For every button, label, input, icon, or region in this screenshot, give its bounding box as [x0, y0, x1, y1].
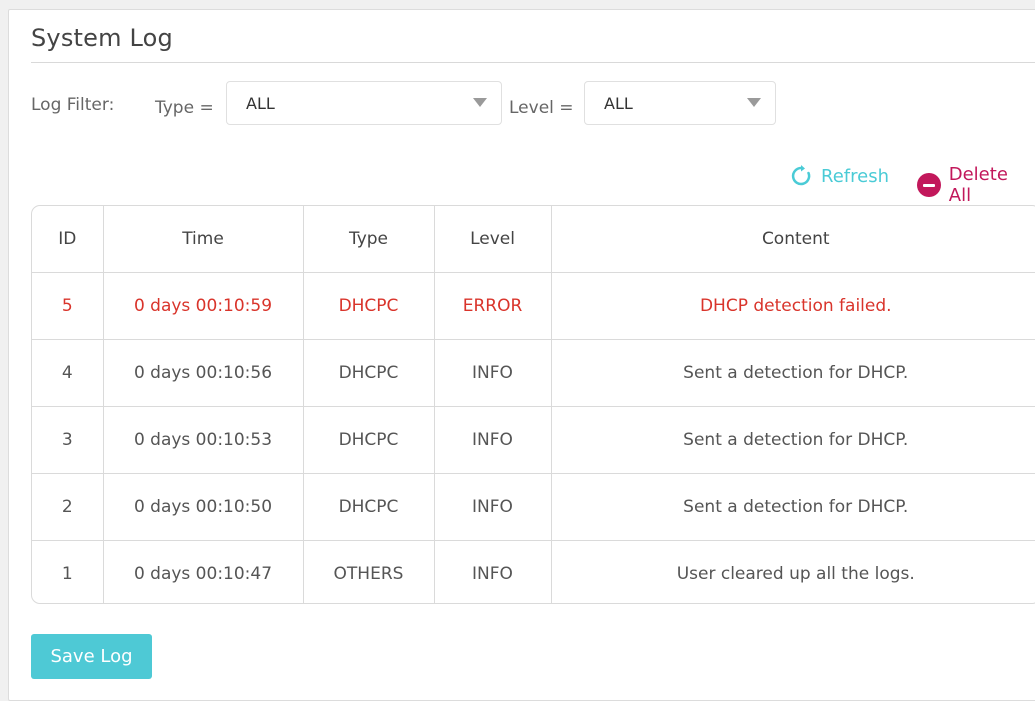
- cell-content: Sent a detection for DHCP.: [551, 339, 1035, 407]
- table-row: 1 0 days 00:10:47 OTHERS INFO User clear…: [32, 540, 1035, 603]
- cell-id: 4: [32, 339, 104, 407]
- table-row: 2 0 days 00:10:50 DHCPC INFO Sent a dete…: [32, 473, 1035, 541]
- cell-content: DHCP detection failed.: [551, 272, 1035, 340]
- column-header-id: ID: [32, 206, 104, 273]
- log-table: ID Time Type Level Content 5 0 days 00:1…: [31, 205, 1035, 604]
- type-filter-value: ALL: [246, 94, 275, 113]
- page-title: System Log: [31, 24, 173, 52]
- refresh-button[interactable]: Refresh: [789, 164, 889, 188]
- cell-id: 3: [32, 406, 104, 474]
- table-row: 3 0 days 00:10:53 DHCPC INFO Sent a dete…: [32, 406, 1035, 474]
- cell-type: DHCPC: [303, 272, 435, 340]
- cell-content: User cleared up all the logs.: [676, 564, 915, 584]
- cell-level: ERROR: [434, 272, 552, 340]
- column-header-level: Level: [434, 206, 552, 273]
- minus-circle-icon: [917, 173, 941, 197]
- cell-type: DHCPC: [303, 339, 435, 407]
- chevron-down-icon: [473, 98, 487, 107]
- type-filter-label: Type =: [155, 98, 214, 118]
- log-filter-label: Log Filter:: [31, 95, 115, 115]
- table-header-row: ID Time Type Level Content: [32, 206, 1035, 273]
- table-row: 5 0 days 00:10:59 DHCPC ERROR DHCP detec…: [32, 272, 1035, 340]
- cell-time: 0 days 00:10:56: [103, 339, 304, 407]
- cell-content: Sent a detection for DHCP.: [551, 406, 1035, 474]
- chevron-down-icon: [747, 98, 761, 107]
- refresh-icon: [791, 165, 811, 186]
- delete-all-button[interactable]: Delete All: [917, 164, 1035, 206]
- level-filter-value: ALL: [604, 94, 633, 113]
- title-divider: [31, 62, 1035, 63]
- cell-level: INFO: [434, 540, 552, 603]
- delete-all-label: Delete All: [948, 164, 1008, 206]
- cell-content: Sent a detection for DHCP.: [551, 473, 1035, 541]
- column-header-type: Type: [303, 206, 435, 273]
- level-filter-select[interactable]: ALL: [584, 81, 776, 125]
- cell-time: 0 days 00:10:50: [103, 473, 304, 541]
- cell-type: OTHERS: [303, 540, 435, 603]
- cell-id: 5: [32, 272, 104, 340]
- cell-level: INFO: [434, 406, 552, 474]
- save-log-button[interactable]: Save Log: [31, 634, 152, 679]
- cell-type: DHCPC: [303, 473, 435, 541]
- column-header-time: Time: [103, 206, 304, 273]
- cell-type: DHCPC: [303, 406, 435, 474]
- cell-id: 1: [32, 540, 104, 603]
- cell-level: INFO: [434, 473, 552, 541]
- type-filter-select[interactable]: ALL: [226, 81, 502, 125]
- refresh-label: Refresh: [821, 165, 889, 187]
- cell-time: 0 days 00:10:47: [103, 540, 304, 603]
- level-filter-label: Level =: [509, 98, 574, 118]
- column-header-content: Content: [551, 206, 1035, 273]
- table-row: 4 0 days 00:10:56 DHCPC INFO Sent a dete…: [32, 339, 1035, 407]
- cell-time: 0 days 00:10:59: [103, 272, 304, 340]
- cell-time: 0 days 00:10:53: [103, 406, 304, 474]
- cell-level: INFO: [434, 339, 552, 407]
- cell-id: 2: [32, 473, 104, 541]
